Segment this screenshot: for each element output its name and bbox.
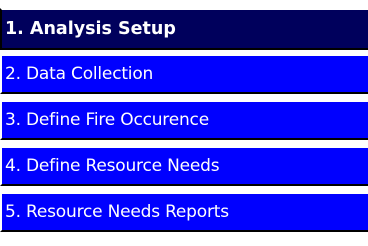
menu-item-define-resource-needs[interactable]: 4. Define Resource Needs bbox=[0, 146, 368, 186]
step-navigation-menu: 1. Analysis Setup 2. Data Collection 3. … bbox=[0, 0, 368, 246]
menu-item-label: 1. Analysis Setup bbox=[5, 19, 176, 39]
menu-item-resource-needs-reports[interactable]: 5. Resource Needs Reports bbox=[0, 192, 368, 232]
menu-item-label: 3. Define Fire Occurence bbox=[5, 110, 209, 130]
menu-item-data-collection[interactable]: 2. Data Collection bbox=[0, 54, 368, 94]
menu-item-analysis-setup[interactable]: 1. Analysis Setup bbox=[0, 8, 368, 50]
menu-item-define-fire-occurence[interactable]: 3. Define Fire Occurence bbox=[0, 100, 368, 140]
menu-item-label: 2. Data Collection bbox=[5, 64, 154, 84]
menu-item-label: 5. Resource Needs Reports bbox=[5, 202, 229, 222]
menu-item-label: 4. Define Resource Needs bbox=[5, 156, 220, 176]
